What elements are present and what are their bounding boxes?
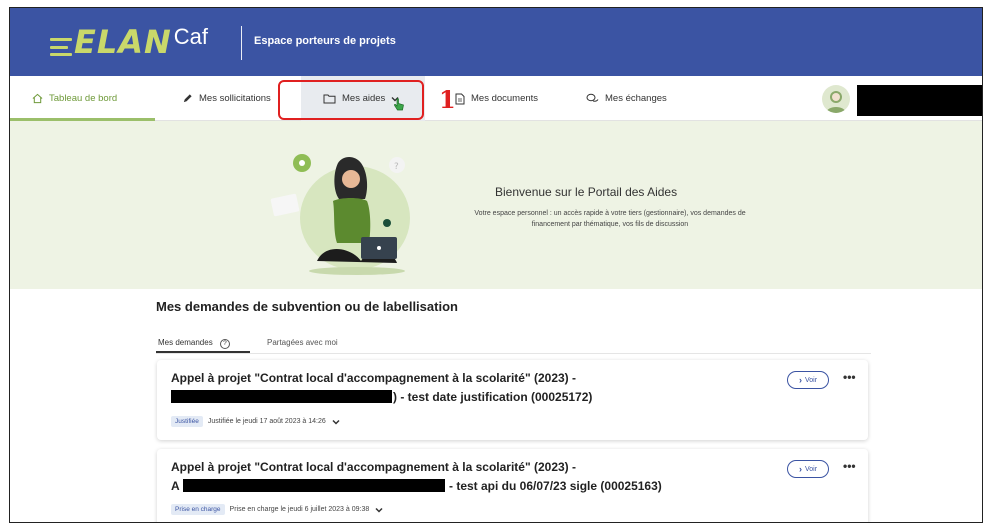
app-header: ELAN Caf Espace porteurs de projets	[10, 8, 982, 76]
status-text: Prise en charge le jeudi 6 juillet 2023 …	[229, 506, 370, 513]
banner-title: Bienvenue sur le Portail des Aides	[495, 185, 678, 199]
card-title-line1: Appel à projet "Contrat local d'accompag…	[171, 460, 577, 474]
tab-partagees-avec-moi[interactable]: Partagées avec moi	[267, 338, 338, 347]
nav-item-mes-sollicitations[interactable]: Mes sollicitations	[182, 76, 271, 121]
document-icon	[455, 93, 465, 105]
demande-card[interactable]: Appel à projet "Contrat local d'accompag…	[157, 449, 868, 522]
annotation-highlight-box	[278, 80, 424, 120]
nav-label: Mes sollicitations	[199, 93, 271, 104]
logo-lines-icon	[50, 38, 72, 56]
voir-label: Voir	[804, 376, 818, 384]
svg-text:?: ?	[394, 162, 399, 172]
chevron-down-icon[interactable]	[375, 507, 383, 513]
welcome-illustration: ?	[270, 154, 410, 275]
status-badge: Prise en charge	[171, 504, 225, 515]
status-row: Justifiée Justifiée le jeudi 17 août 202…	[171, 416, 340, 427]
home-icon	[32, 93, 43, 104]
logo-main-text: ELAN	[74, 23, 172, 61]
nav-item-mes-echanges[interactable]: Mes échanges	[586, 76, 667, 121]
nav-label: Mes échanges	[605, 93, 667, 104]
header-title: Espace porteurs de projets	[254, 35, 396, 47]
redacted-text	[183, 479, 445, 492]
tab-label: Mes demandes	[158, 338, 213, 347]
section-title: Mes demandes de subvention ou de labelli…	[156, 299, 458, 314]
chevron-right-icon: ›	[798, 375, 802, 385]
card-title-line1: Appel à projet "Contrat local d'accompag…	[171, 371, 577, 385]
elan-caf-logo[interactable]: ELAN Caf	[50, 20, 208, 64]
user-avatar[interactable]	[822, 85, 850, 113]
app-window: ELAN Caf Espace porteurs de projets Tabl…	[9, 7, 983, 523]
voir-label: Voir	[804, 465, 818, 473]
nav-item-mes-documents[interactable]: Mes documents	[455, 76, 538, 121]
demande-card[interactable]: Appel à projet "Contrat local d'accompag…	[157, 360, 868, 440]
tab-mes-demandes[interactable]: Mes demandes ?	[158, 338, 230, 349]
banner-description: Votre espace personnel : un accès rapide…	[474, 210, 746, 228]
chevron-right-icon: ›	[798, 464, 802, 474]
redacted-text	[171, 390, 392, 403]
nav-label: Tableau de bord	[49, 93, 118, 104]
more-options-button[interactable]: •••	[843, 370, 856, 384]
avatar-icon	[826, 91, 846, 113]
annotation-step-number: 1	[439, 85, 456, 114]
status-badge: Justifiée	[171, 416, 203, 427]
nav-item-tableau-de-bord[interactable]: Tableau de bord	[32, 76, 117, 121]
voir-button[interactable]: › Voir	[787, 371, 829, 389]
logo-sub-text: Caf	[173, 24, 209, 49]
card-title-line2: - test api du 06/07/23 sigle (00025163)	[449, 479, 662, 493]
welcome-banner: ?	[10, 121, 982, 289]
redacted-username	[857, 85, 982, 116]
info-icon: ?	[219, 339, 230, 349]
more-options-button[interactable]: •••	[843, 459, 856, 473]
tab-label: Partagées avec moi	[267, 338, 338, 347]
status-row: Prise en charge Prise en charge le jeudi…	[171, 504, 383, 515]
tab-divider	[156, 353, 871, 354]
card-title-line2-prefix: A	[171, 479, 180, 493]
status-text: Justifiée le jeudi 17 août 2023 à 14:26	[207, 418, 326, 425]
header-divider	[241, 26, 242, 60]
chevron-down-icon[interactable]	[332, 419, 340, 425]
card-title-line2: ) - test date justification (00025172)	[393, 390, 593, 404]
pen-icon	[182, 93, 193, 104]
nav-label: Mes documents	[471, 93, 539, 104]
voir-button[interactable]: › Voir	[787, 460, 829, 478]
chat-icon	[586, 93, 599, 104]
